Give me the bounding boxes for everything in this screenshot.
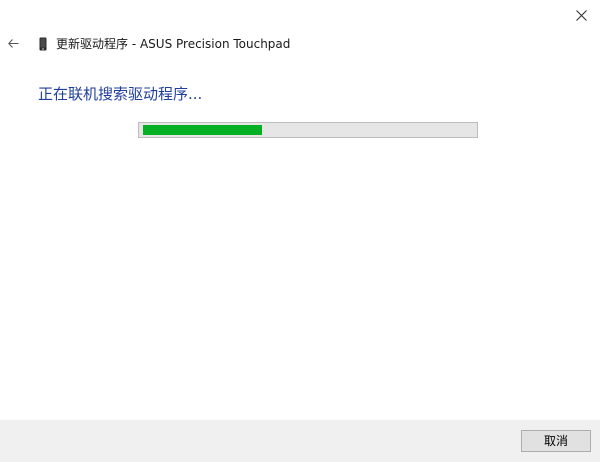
progress-fill xyxy=(143,125,262,135)
close-icon xyxy=(576,10,587,21)
device-icon xyxy=(39,37,47,51)
back-button[interactable] xyxy=(4,34,24,54)
close-button[interactable] xyxy=(568,4,596,28)
progress-bar xyxy=(138,122,478,138)
back-arrow-icon xyxy=(8,39,19,48)
cancel-button[interactable]: 取消 xyxy=(521,430,591,452)
dialog-title: 更新驱动程序 - ASUS Precision Touchpad xyxy=(56,37,291,51)
status-heading: 正在联机搜索驱动程序... xyxy=(38,85,203,103)
footer-bar xyxy=(0,420,600,462)
